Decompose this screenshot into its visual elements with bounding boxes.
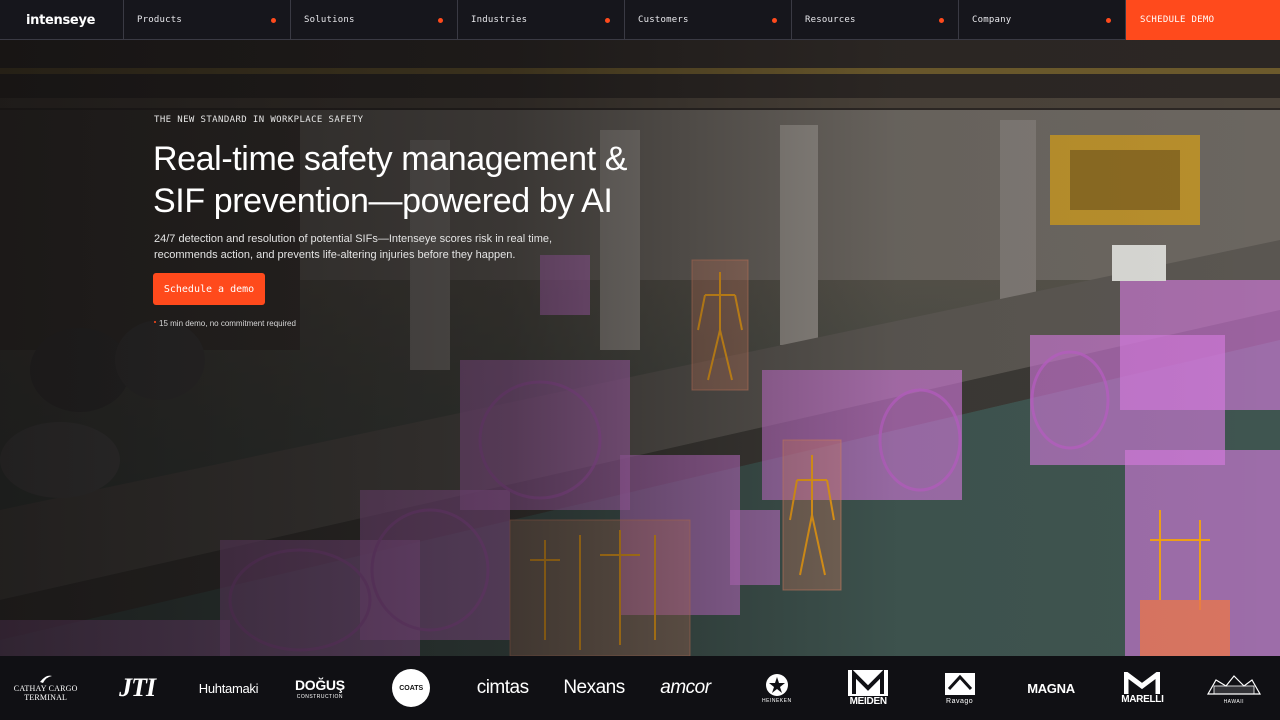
demo-note: 15 min demo, no commitment required bbox=[154, 319, 296, 328]
nav-item-resources[interactable]: Resources bbox=[792, 0, 959, 40]
cathay-wing-icon bbox=[39, 675, 52, 683]
dropdown-dot-icon bbox=[1106, 17, 1111, 23]
marelli-text: MARELLI bbox=[1121, 693, 1164, 705]
top-navigation: intenseye Products Solutions Industries … bbox=[0, 0, 1280, 40]
demo-note-text: 15 min demo, no commitment required bbox=[159, 319, 296, 328]
dogus-sub: CONSTRUCTION bbox=[296, 693, 343, 700]
hero-gradient-overlay bbox=[0, 40, 1280, 656]
client-logo-strip: CATHAY CARGO TERMINAL JTI Huhtamaki DOĞU… bbox=[0, 656, 1280, 720]
schedule-demo-nav-label: SCHEDULE DEMO bbox=[1140, 15, 1215, 25]
meiden-logo: MEIDEN bbox=[823, 656, 914, 720]
dropdown-dot-icon bbox=[605, 17, 610, 23]
magna-text: MAGNA bbox=[1027, 680, 1075, 696]
dropdown-dot-icon bbox=[271, 17, 276, 23]
coats-text: COATS bbox=[399, 684, 424, 692]
nav-label: Resources bbox=[805, 15, 856, 25]
jti-logo: JTI bbox=[91, 656, 182, 720]
nav-item-solutions[interactable]: Solutions bbox=[291, 0, 458, 40]
marelli-logo: MARELLI bbox=[1097, 656, 1188, 720]
heineken-text: HEINEKEN bbox=[762, 697, 792, 704]
nav-label: Products bbox=[137, 15, 182, 25]
dropdown-dot-icon bbox=[939, 17, 944, 23]
huhtamaki-text: Huhtamaki bbox=[198, 680, 259, 696]
nexans-logo: Nexans bbox=[548, 656, 639, 720]
hawaiian-crest-icon bbox=[1206, 674, 1261, 695]
cimtas-text: cimtas bbox=[476, 677, 529, 698]
heineken-emblem-icon bbox=[765, 673, 788, 696]
nav-item-customers[interactable]: Customers bbox=[625, 0, 792, 40]
schedule-demo-nav-button[interactable]: SCHEDULE DEMO bbox=[1126, 0, 1280, 40]
cathay-line1: CATHAY CARGO bbox=[13, 684, 78, 693]
amcor-logo: amcor bbox=[640, 656, 731, 720]
cimtas-logo: cimtas bbox=[457, 656, 548, 720]
schedule-demo-label: Schedule a demo bbox=[163, 283, 255, 295]
hawaiian-logo: HAWAII bbox=[1188, 656, 1279, 720]
hawaiian-text: HAWAII bbox=[1223, 698, 1244, 705]
nav-item-products[interactable]: Products bbox=[124, 0, 291, 40]
coats-logo: COATS bbox=[366, 656, 457, 720]
heineken-logo: HEINEKEN bbox=[731, 656, 822, 720]
ravago-text: Ravago bbox=[946, 698, 974, 705]
hero-eyebrow: THE NEW STANDARD IN WORKPLACE SAFETY bbox=[154, 115, 364, 125]
coats-badge: COATS bbox=[392, 669, 431, 707]
meiden-text: MEIDEN bbox=[849, 695, 887, 707]
huhtamaki-logo: Huhtamaki bbox=[183, 656, 274, 720]
jti-text: JTI bbox=[119, 673, 156, 702]
dogus-logo: DOĞUŞ CONSTRUCTION bbox=[274, 656, 365, 720]
hero-headline: Real-time safety management & SIF preven… bbox=[153, 138, 713, 222]
ravago-logo: Ravago bbox=[914, 656, 1005, 720]
schedule-demo-button[interactable]: Schedule a demo bbox=[153, 273, 265, 305]
bullet-icon bbox=[154, 321, 156, 323]
nav-label: Company bbox=[972, 15, 1012, 25]
marelli-m-icon bbox=[1124, 671, 1161, 694]
amcor-text: amcor bbox=[660, 677, 711, 698]
nexans-text: Nexans bbox=[563, 677, 625, 698]
hero-subtext: 24/7 detection and resolution of potenti… bbox=[154, 233, 553, 261]
dropdown-dot-icon bbox=[438, 17, 443, 23]
nav-item-company[interactable]: Company bbox=[959, 0, 1126, 40]
nav-label: Customers bbox=[638, 15, 689, 25]
nav-item-industries[interactable]: Industries bbox=[458, 0, 625, 40]
meiden-mark-icon bbox=[848, 669, 889, 696]
dropdown-dot-icon bbox=[772, 17, 777, 23]
ravago-mark-icon bbox=[944, 673, 975, 695]
headline-line-1: Real-time safety management & bbox=[153, 140, 628, 178]
nav-label: Solutions bbox=[304, 15, 355, 25]
magna-logo: MAGNA bbox=[1005, 656, 1096, 720]
brand-name: intenseye bbox=[26, 12, 96, 28]
cathay-cargo-logo: CATHAY CARGO TERMINAL bbox=[0, 656, 91, 720]
dogus-text: DOĞUŞ bbox=[294, 676, 345, 693]
hero-section bbox=[0, 40, 1280, 656]
cathay-line2: TERMINAL bbox=[24, 693, 68, 702]
nav-label: Industries bbox=[471, 15, 528, 25]
headline-line-2: SIF prevention—powered by AI bbox=[153, 182, 613, 220]
intenseye-logo[interactable]: intenseye bbox=[0, 0, 124, 40]
